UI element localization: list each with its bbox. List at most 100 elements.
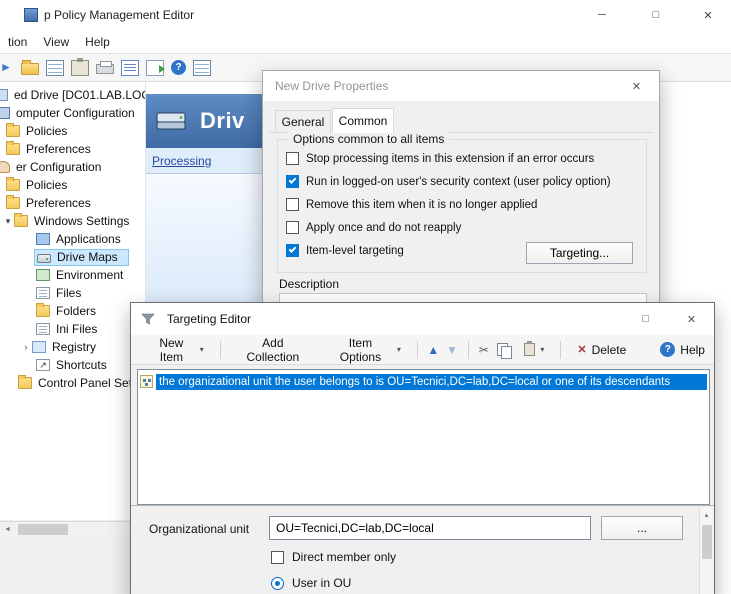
tree-item-drive-maps[interactable]: Drive Maps bbox=[0, 248, 145, 266]
tree-item-gpo[interactable]: ed Drive [DC01.LAB.LOCA bbox=[0, 86, 145, 104]
tree-item-computer-configuration[interactable]: omputer Configuration bbox=[0, 104, 145, 122]
checkbox-checked[interactable] bbox=[286, 244, 299, 257]
tree-item-label[interactable]: Windows Settings bbox=[32, 214, 131, 228]
scroll-up-icon[interactable]: ▴ bbox=[700, 508, 713, 522]
scroll-left-icon[interactable]: ◄ bbox=[0, 522, 15, 536]
main-title-bar[interactable]: p Policy Management Editor ─ □ ✕ bbox=[0, 0, 731, 30]
tree-item-label[interactable]: Preferences bbox=[24, 142, 93, 156]
tree-item-windows-settings[interactable]: ▾ Windows Settings bbox=[0, 212, 145, 230]
tree-item-label[interactable]: omputer Configuration bbox=[14, 106, 137, 120]
cut-icon[interactable]: ✂ bbox=[476, 343, 493, 357]
checkbox-unchecked[interactable] bbox=[271, 551, 284, 564]
radio-selected[interactable] bbox=[271, 577, 284, 590]
menu-view[interactable]: View bbox=[35, 32, 77, 52]
scrollbar-thumb[interactable] bbox=[18, 524, 68, 535]
user-in-ou-option[interactable]: User in OU bbox=[271, 576, 351, 590]
tree-horizontal-scrollbar[interactable]: ◄ ► bbox=[0, 521, 146, 536]
delete-button[interactable]: ✕ Delete bbox=[568, 338, 635, 362]
scrollbar-thumb[interactable] bbox=[702, 525, 712, 559]
targeting-item-text[interactable]: the organizational unit the user belongs… bbox=[156, 374, 707, 390]
back-icon[interactable]: ► bbox=[0, 60, 14, 76]
option-stop-processing[interactable]: Stop processing items in this extension … bbox=[286, 152, 594, 165]
checkbox-unchecked[interactable] bbox=[286, 198, 299, 211]
menu-action[interactable]: tion bbox=[0, 32, 35, 52]
tree-item-label[interactable]: Policies bbox=[24, 124, 69, 138]
tree-item-label[interactable]: Environment bbox=[54, 268, 125, 282]
tree-item-registry[interactable]: › Registry bbox=[0, 338, 145, 356]
close-button[interactable]: ✕ bbox=[685, 0, 731, 30]
direct-member-only-option[interactable]: Direct member only bbox=[271, 550, 396, 564]
option-label[interactable]: Run in logged-on user's security context… bbox=[306, 176, 611, 188]
browse-button[interactable]: ... bbox=[601, 516, 683, 540]
refresh-doc-icon[interactable] bbox=[121, 60, 139, 76]
help-button[interactable]: ? Help bbox=[651, 337, 714, 362]
option-remove-item[interactable]: Remove this item when it is no longer ap… bbox=[286, 198, 537, 211]
user-in-ou-label[interactable]: User in OU bbox=[292, 576, 351, 590]
tree-item-label[interactable]: Files bbox=[54, 286, 83, 300]
minimize-button[interactable]: ─ bbox=[579, 0, 625, 30]
targeting-item-row[interactable]: the organizational unit the user belongs… bbox=[140, 372, 707, 391]
tree-item-label[interactable]: ed Drive [DC01.LAB.LOCA bbox=[12, 88, 146, 102]
new-item-button[interactable]: New Item ▾ bbox=[139, 331, 213, 369]
tree-item-shortcuts[interactable]: ↗ Shortcuts bbox=[0, 356, 145, 374]
tree-item-files[interactable]: Files bbox=[0, 284, 145, 302]
grid-icon[interactable] bbox=[193, 60, 211, 76]
panel-vertical-scrollbar[interactable]: ▴ bbox=[699, 507, 713, 594]
tree-item-label[interactable]: Ini Files bbox=[54, 322, 99, 336]
clipboard-icon[interactable] bbox=[71, 60, 89, 76]
export-list-icon[interactable] bbox=[146, 60, 164, 76]
checkbox-unchecked[interactable] bbox=[286, 152, 299, 165]
maximize-icon[interactable]: □ bbox=[623, 303, 668, 335]
tree-item-user-configuration[interactable]: er Configuration bbox=[0, 158, 145, 176]
tree-item-label[interactable]: Folders bbox=[54, 304, 98, 318]
targeting-title-bar[interactable]: Targeting Editor □ ✕ bbox=[131, 303, 714, 335]
copy-icon[interactable] bbox=[497, 343, 510, 357]
item-options-button[interactable]: Item Options ▾ bbox=[320, 331, 410, 369]
checkbox-checked[interactable] bbox=[286, 175, 299, 188]
show-list-icon[interactable] bbox=[46, 60, 64, 76]
tree-item-ini-files[interactable]: Ini Files bbox=[0, 320, 145, 338]
option-label[interactable]: Item-level targeting bbox=[306, 245, 404, 257]
folder-icon[interactable] bbox=[21, 63, 39, 75]
tree-item-label[interactable]: Registry bbox=[50, 340, 98, 354]
direct-member-only-label[interactable]: Direct member only bbox=[292, 550, 396, 564]
tree-item-folders[interactable]: Folders bbox=[0, 302, 145, 320]
tree-item-label[interactable]: Preferences bbox=[24, 196, 93, 210]
tree-item-applications[interactable]: Applications bbox=[0, 230, 145, 248]
option-label[interactable]: Remove this item when it is no longer ap… bbox=[306, 199, 537, 211]
option-label[interactable]: Stop processing items in this extension … bbox=[306, 153, 594, 165]
checkbox-unchecked[interactable] bbox=[286, 221, 299, 234]
targeting-items-list[interactable]: the organizational unit the user belongs… bbox=[137, 369, 710, 505]
tree-item-label[interactable]: Drive Maps bbox=[55, 250, 120, 264]
tree-item-policies-user[interactable]: Policies bbox=[0, 176, 145, 194]
option-label[interactable]: Apply once and do not reapply bbox=[306, 222, 461, 234]
tree-item-label[interactable]: Applications bbox=[54, 232, 123, 246]
tree-item-control-panel-settings[interactable]: Control Panel Sett bbox=[0, 374, 145, 392]
move-up-icon[interactable]: ▲ bbox=[425, 343, 442, 357]
close-icon[interactable]: ✕ bbox=[669, 303, 714, 335]
paste-button[interactable]: ▾ bbox=[515, 338, 553, 361]
printer-icon[interactable] bbox=[96, 64, 114, 74]
tab-general[interactable]: General bbox=[275, 110, 331, 133]
tree-item-label[interactable]: Shortcuts bbox=[54, 358, 109, 372]
tree-item-preferences[interactable]: Preferences bbox=[0, 140, 145, 158]
tree-item-label[interactable]: er Configuration bbox=[14, 160, 103, 174]
tree-item-environment[interactable]: Environment bbox=[0, 266, 145, 284]
menu-help[interactable]: Help bbox=[77, 32, 118, 52]
drive-dialog-title-bar[interactable]: New Drive Properties ✕ bbox=[263, 71, 659, 101]
targeting-button[interactable]: Targeting... bbox=[526, 242, 633, 264]
tab-common[interactable]: Common bbox=[332, 108, 394, 133]
add-collection-button[interactable]: Add Collection bbox=[228, 331, 318, 369]
organizational-unit-input[interactable] bbox=[269, 516, 591, 540]
processing-link[interactable]: Processing bbox=[152, 154, 211, 168]
option-run-logged-on[interactable]: Run in logged-on user's security context… bbox=[286, 175, 611, 188]
chevron-collapsed-icon[interactable]: › bbox=[20, 342, 32, 352]
maximize-button[interactable]: □ bbox=[633, 0, 679, 30]
move-down-icon[interactable]: ▼ bbox=[444, 343, 461, 357]
help-icon[interactable]: ? bbox=[171, 60, 186, 75]
close-icon[interactable]: ✕ bbox=[614, 71, 659, 101]
tree-item-label[interactable]: Policies bbox=[24, 178, 69, 192]
tree-item-label[interactable]: Control Panel Sett bbox=[36, 376, 137, 390]
tree-item-preferences-user[interactable]: Preferences bbox=[0, 194, 145, 212]
option-item-level-targeting[interactable]: Item-level targeting bbox=[286, 244, 404, 257]
